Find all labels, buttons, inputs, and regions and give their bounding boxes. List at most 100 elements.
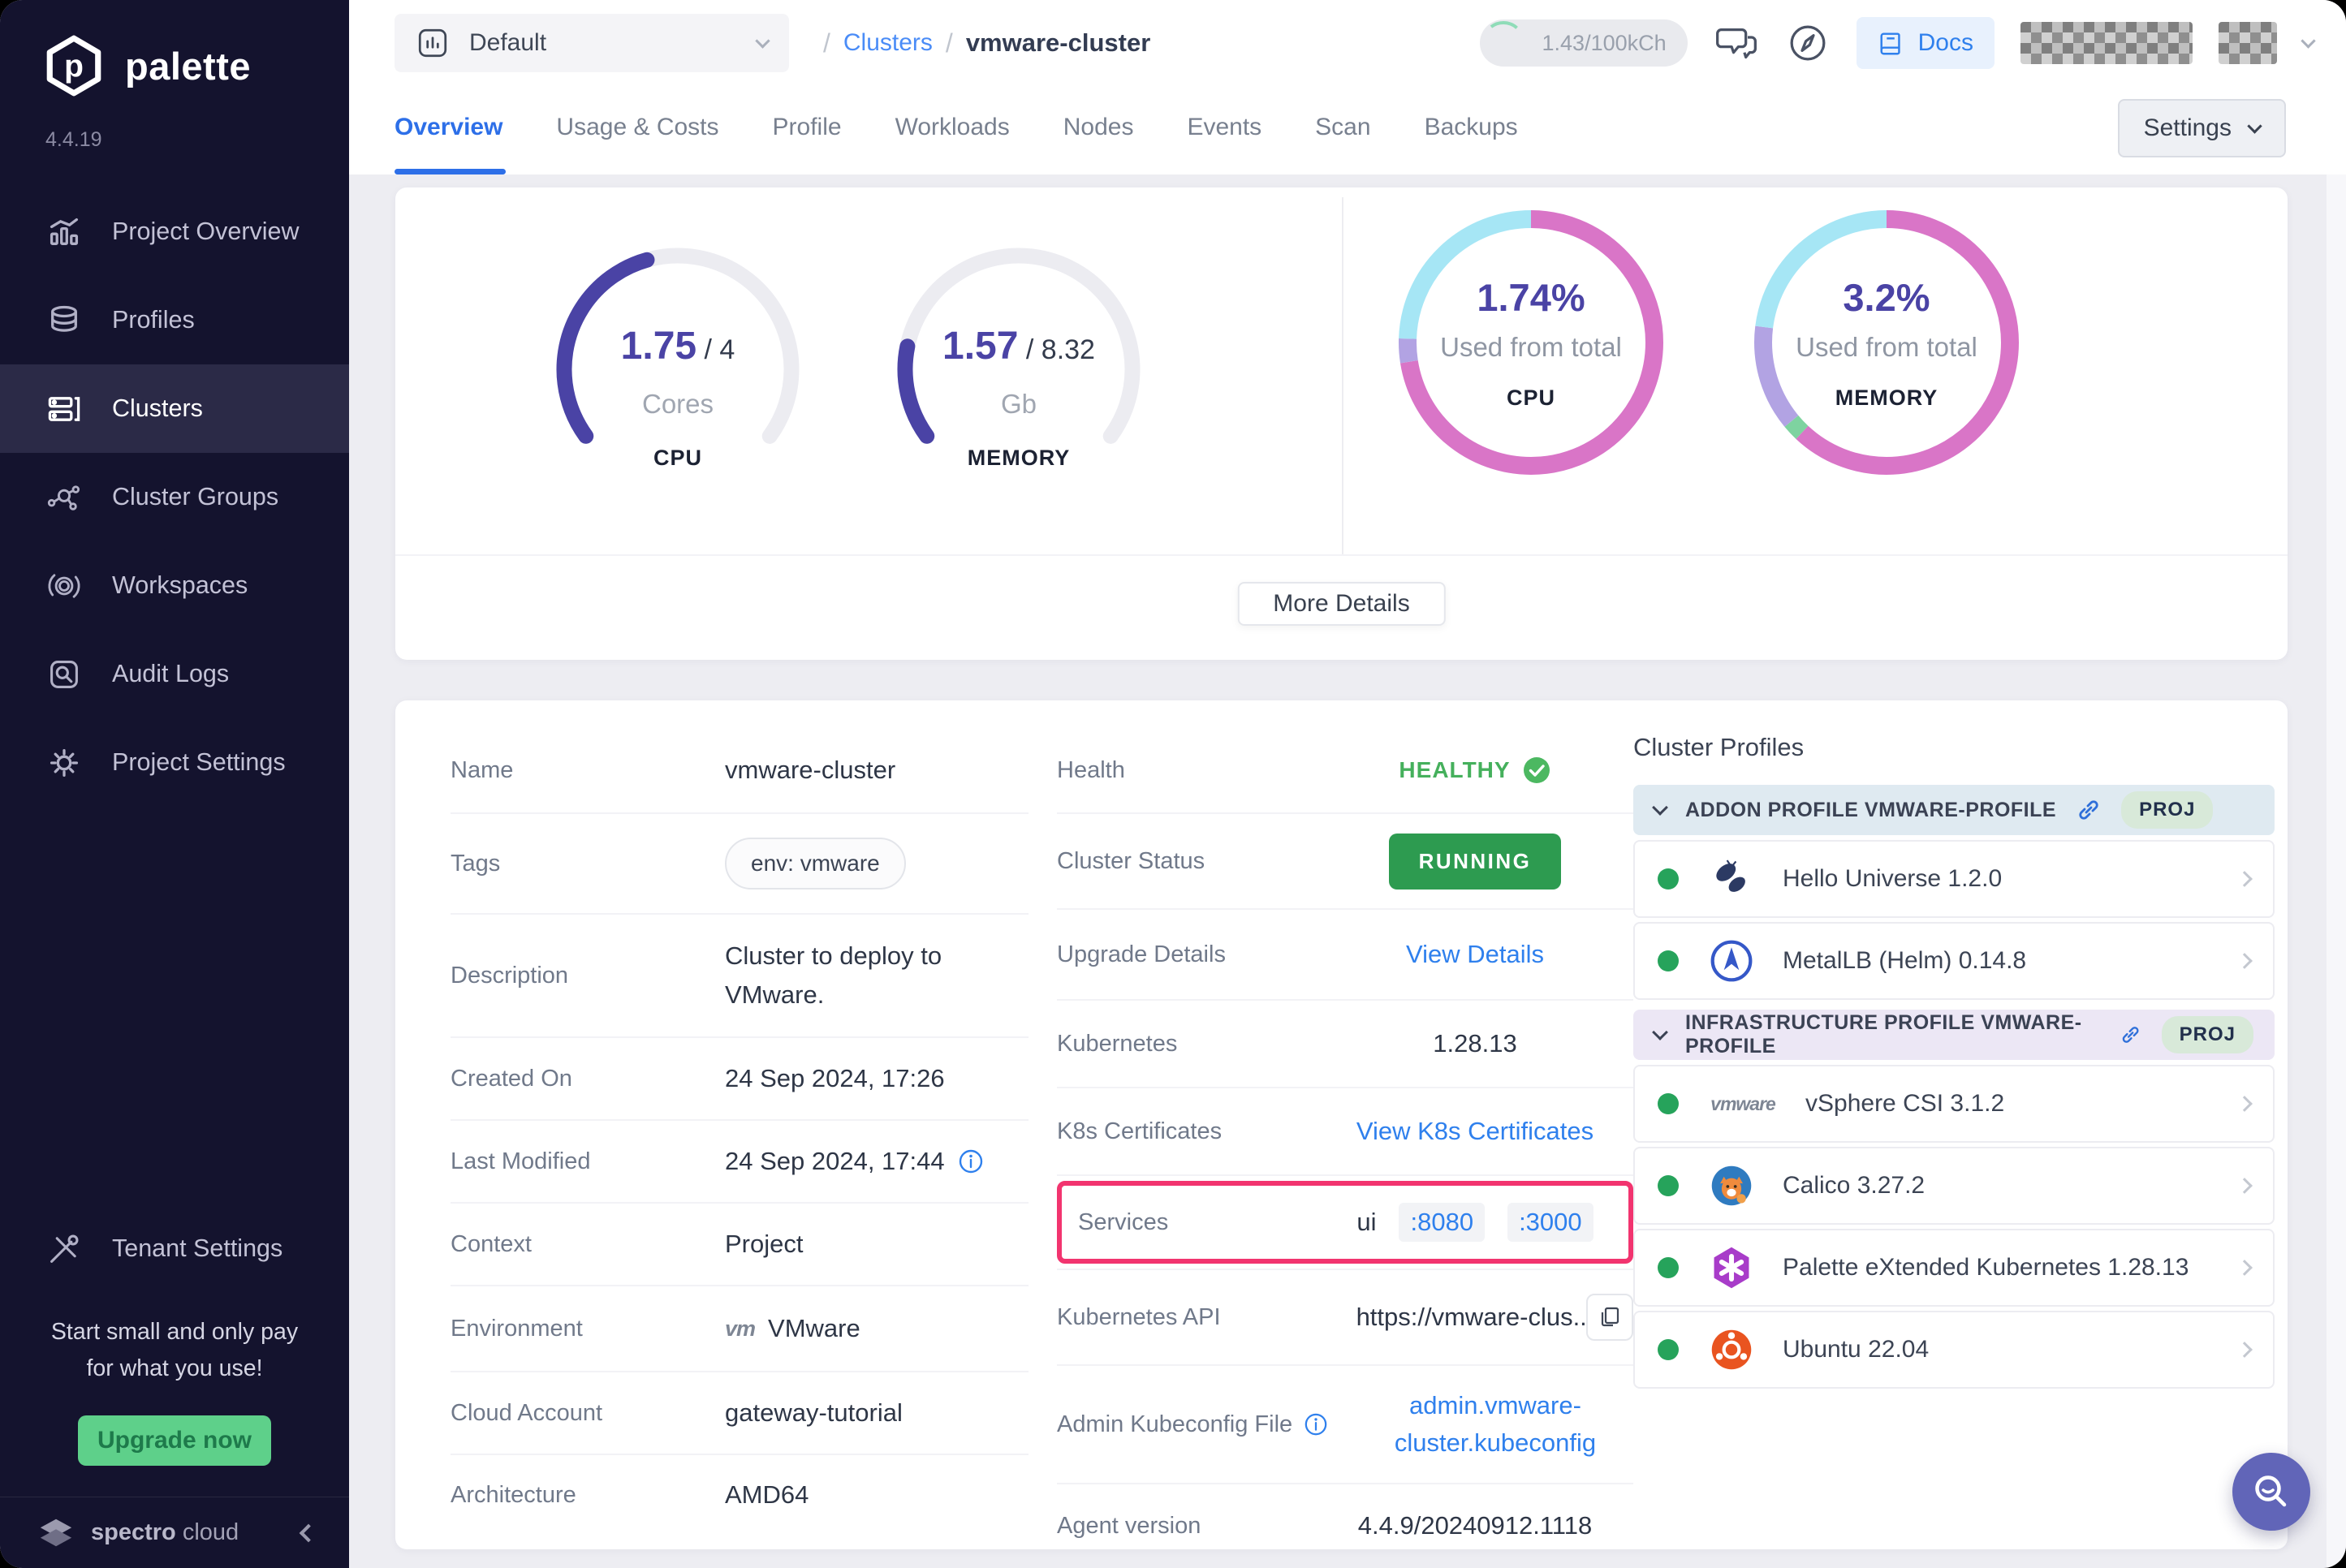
profile-row-vsphere-csi[interactable]: vmware vSphere CSI 3.1.2: [1633, 1065, 2275, 1143]
collapse-sidebar-icon[interactable]: [300, 1523, 318, 1542]
user-menu-chevron-icon[interactable]: [2301, 33, 2315, 48]
detail-row-tags: Tags env: vmware: [451, 812, 1029, 913]
top-bar: Default / Clusters / vmware-cluster 1.43…: [349, 0, 2346, 86]
link-icon[interactable]: [2120, 1022, 2141, 1048]
kubeconfig-file-link[interactable]: admin.vmware- cluster.kubeconfig: [1395, 1387, 1596, 1462]
tab-overview[interactable]: Overview: [395, 86, 502, 174]
profile-name: Palette eXtended Kubernetes 1.28.13: [1783, 1254, 2189, 1282]
services-label: Services: [1078, 1209, 1322, 1236]
sidebar-item-cluster-groups[interactable]: Cluster Groups: [0, 453, 349, 541]
services-highlight-box: Services ui :8080 :3000: [1057, 1181, 1633, 1264]
detail-row-cloud-account: Cloud Account gateway-tutorial: [451, 1371, 1029, 1454]
description-value: Cluster to deploy to VMware.: [725, 937, 942, 1014]
more-details-button[interactable]: More Details: [1237, 582, 1445, 626]
sidebar-item-project-settings[interactable]: Project Settings: [0, 718, 349, 807]
service-port-8080-link[interactable]: :8080: [1399, 1203, 1485, 1242]
profile-row-calico[interactable]: Calico 3.27.2: [1633, 1147, 2275, 1225]
profile-row-hello-universe[interactable]: Hello Universe 1.2.0: [1633, 840, 2275, 918]
sidebar-item-project-overview[interactable]: Project Overview: [0, 187, 349, 276]
tab-backups[interactable]: Backups: [1425, 86, 1518, 174]
sidebar-item-audit-logs[interactable]: Audit Logs: [0, 630, 349, 718]
profile-row-metallb[interactable]: MetalLB (Helm) 0.14.8: [1633, 922, 2275, 1000]
profile-name: Hello Universe 1.2.0: [1783, 865, 2002, 893]
kubernetes-api-url: https://vmware-clus...: [1356, 1303, 1594, 1332]
copy-button[interactable]: [1586, 1294, 1633, 1341]
memory-gauge-value: 1.57 / 8.32: [889, 324, 1149, 368]
infrastructure-profile-header[interactable]: INFRASTRUCTURE PROFILE VMWARE-PROFILE PR…: [1633, 1010, 2275, 1060]
cpu-donut-sub: Used from total: [1389, 332, 1673, 363]
detail-row-name: Name vmware-cluster: [451, 728, 1029, 812]
memory-gauge: 1.57 / 8.32 Gb MEMORY: [889, 239, 1149, 660]
svg-text:p: p: [64, 49, 84, 84]
created-label: Created On: [451, 1066, 725, 1092]
cluster-status-label: Cluster Status: [1057, 848, 1317, 875]
chevron-right-icon: [2236, 1178, 2253, 1194]
project-selector-value: Default: [469, 29, 546, 57]
cloud-account-label: Cloud Account: [451, 1400, 725, 1427]
tab-workloads[interactable]: Workloads: [895, 86, 1010, 174]
breadcrumb-separator: /: [823, 28, 830, 58]
chevron-down-icon: [1652, 1024, 1668, 1040]
detail-row-upgrade: Upgrade Details View Details: [1057, 908, 1633, 999]
view-details-link[interactable]: View Details: [1406, 940, 1544, 969]
details-left-column: Name vmware-cluster Tags env: vmware Des…: [451, 700, 1029, 1549]
usage-meter: 1.43/100kCh: [1480, 19, 1688, 67]
cpu-total: / 4: [705, 334, 735, 365]
sidebar-item-workspaces[interactable]: Workspaces: [0, 541, 349, 630]
docs-button[interactable]: Docs: [1857, 17, 1995, 69]
status-dot-green: [1658, 950, 1679, 971]
addon-profile-header[interactable]: ADDON PROFILE VMWARE-PROFILE PROJ: [1633, 785, 2275, 835]
link-icon[interactable]: [2076, 797, 2102, 823]
gauges-group: 1.75 / 4 Cores CPU 1.57 / 8.32 Gb: [395, 187, 1342, 660]
cpu-gauge-unit: Cores: [548, 389, 808, 420]
footer-brand-light: cloud: [183, 1519, 239, 1545]
view-k8s-certificates-link[interactable]: View K8s Certificates: [1356, 1117, 1593, 1146]
memory-donut-sub: Used from total: [1744, 332, 2029, 363]
card-divider-horizontal: [395, 554, 2288, 556]
chat-icon[interactable]: [1714, 20, 1759, 66]
tab-usage-costs[interactable]: Usage & Costs: [556, 86, 718, 174]
metallb-icon: [1708, 937, 1755, 984]
scrollbar-track[interactable]: [2327, 174, 2346, 1568]
info-icon[interactable]: [1304, 1412, 1328, 1437]
sidebar-item-clusters[interactable]: Clusters: [0, 364, 349, 453]
vmware-vm-logo: vm: [725, 1316, 755, 1342]
upgrade-now-button[interactable]: Upgrade now: [78, 1415, 271, 1466]
promo-line2: for what you use!: [34, 1350, 315, 1388]
cluster-tabs: Overview Usage & Costs Profile Workloads…: [349, 86, 2346, 174]
tab-nodes[interactable]: Nodes: [1063, 86, 1134, 174]
chevron-down-icon: [755, 33, 770, 48]
breadcrumb-clusters-link[interactable]: Clusters: [843, 29, 933, 57]
sidebar-item-profiles[interactable]: Profiles: [0, 276, 349, 364]
memory-donut: 3.2% Used from total MEMORY: [1744, 200, 2029, 660]
palette-k8s-icon: [1708, 1244, 1755, 1291]
profile-row-palette-k8s[interactable]: Palette eXtended Kubernetes 1.28.13: [1633, 1229, 2275, 1307]
info-icon[interactable]: [958, 1148, 984, 1174]
tab-profile[interactable]: Profile: [773, 86, 842, 174]
sidebar: p palette 4.4.19 Project Overview Profil…: [0, 0, 349, 1568]
profile-row-ubuntu[interactable]: Ubuntu 22.04: [1633, 1311, 2275, 1389]
detail-row-environment: Environment vm VMware: [451, 1285, 1029, 1371]
sidebar-item-tenant-settings[interactable]: Tenant Settings: [0, 1208, 349, 1290]
detail-row-context: Context Project: [451, 1202, 1029, 1285]
cluster-profiles-panel: Cluster Profiles ADDON PROFILE VMWARE-PR…: [1633, 700, 2275, 1549]
gear-icon: [45, 744, 83, 782]
breadcrumb-separator: /: [946, 28, 953, 58]
tools-icon: [45, 1230, 83, 1268]
sidebar-nav: Project Overview Profiles Clusters Clust…: [0, 187, 349, 807]
sidebar-item-label: Project Overview: [112, 218, 300, 246]
settings-button[interactable]: Settings: [2118, 99, 2286, 157]
tab-scan[interactable]: Scan: [1315, 86, 1370, 174]
user-name-redacted: [2020, 22, 2193, 64]
cpu-gauge-value: 1.75 / 4: [548, 324, 808, 368]
topbar-right-group: 1.43/100kCh Docs: [1480, 17, 2314, 69]
tab-events[interactable]: Events: [1187, 86, 1261, 174]
search-help-fab[interactable]: [2232, 1453, 2310, 1531]
sidebar-spacer: [0, 807, 349, 1208]
project-selector[interactable]: Default: [395, 14, 789, 72]
k8s-certificates-label: K8s Certificates: [1057, 1118, 1317, 1145]
chevron-right-icon: [2236, 871, 2253, 887]
kubeconfig-line2: cluster.kubeconfig: [1395, 1428, 1596, 1457]
compass-icon[interactable]: [1785, 20, 1831, 66]
service-port-3000-link[interactable]: :3000: [1507, 1203, 1593, 1242]
